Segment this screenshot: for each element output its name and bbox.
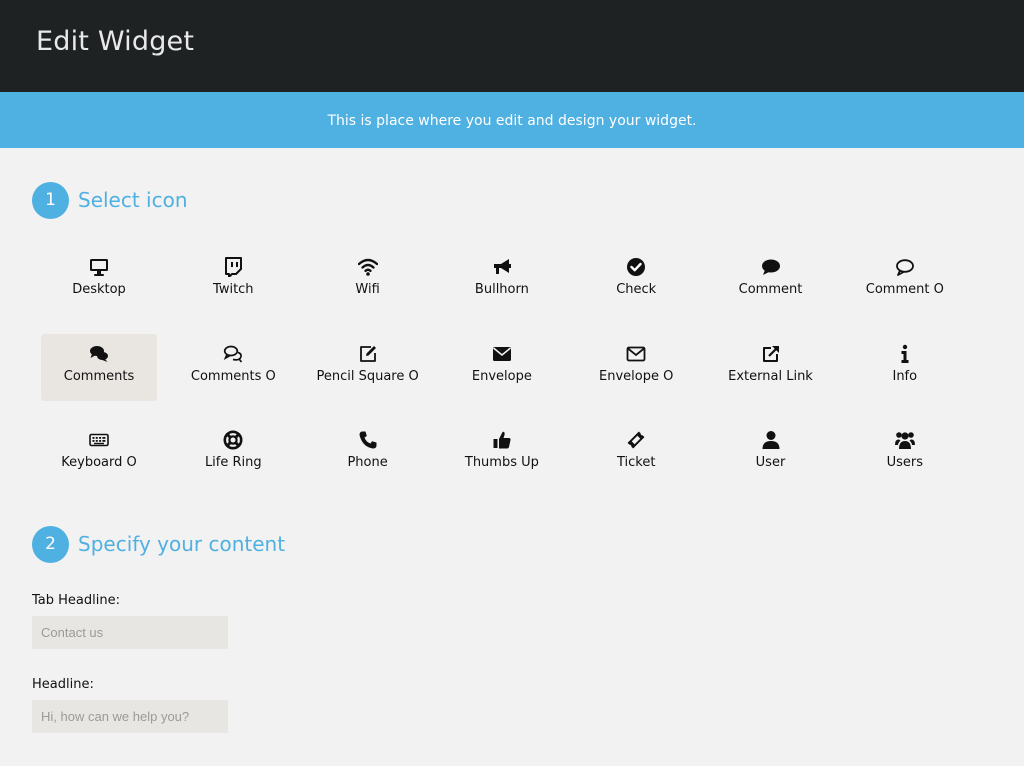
icon-option-label: Pencil Square O [316,368,419,384]
wifi-icon [357,258,378,276]
icon-option-envelope[interactable]: Envelope [444,334,560,401]
icon-option-twitch[interactable]: Twitch [175,247,291,314]
icon-option-info[interactable]: Info [847,334,963,401]
users-icon [894,432,915,449]
icon-option-label: Phone [347,455,388,470]
banner-text: This is place where you edit and design … [327,113,697,129]
info-icon [901,344,909,363]
twitch-icon [225,257,243,277]
phone-icon [359,431,377,449]
icon-option-label: User [755,455,786,470]
headline-label: Headline: [32,677,94,692]
tab-headline-input[interactable] [32,616,228,649]
icon-option-label: Comments [63,368,135,384]
step-title: Specify your content [78,532,286,556]
step-select-icon: 1 Select icon [32,181,188,219]
bullhorn-icon [493,259,511,274]
envelope-o-icon [626,346,646,361]
info-banner: This is place where you edit and design … [0,92,1024,148]
icon-option-label: Desktop [72,282,126,297]
step-number-badge: 2 [32,525,69,563]
headline-input[interactable] [32,700,228,733]
icon-option-label: Check [616,282,657,297]
icon-option-label: Bullhorn [474,282,529,297]
check-icon [627,258,646,276]
top-bar: Edit Widget [0,0,1024,92]
icon-option-label: Ticket [616,455,656,470]
comment-icon [761,259,780,275]
step-number-badge: 1 [32,181,69,219]
icon-option-phone[interactable]: Phone [310,420,426,487]
step-title: Select icon [78,188,188,212]
tab-headline-label: Tab Headline: [32,593,120,608]
icon-option-wifi[interactable]: Wifi [310,247,426,314]
icon-option-label: Keyboard O [61,455,137,470]
icon-option-comments[interactable]: Comments [41,333,157,401]
icon-option-label: External Link [728,368,813,384]
life-ring-icon [223,430,243,450]
comment-o-icon [895,259,914,276]
icon-option-life-ring[interactable]: Life Ring [175,420,291,487]
icon-option-label: Life Ring [204,455,262,470]
icon-option-label: Info [892,368,918,384]
icon-option-thumbs-up[interactable]: Thumbs Up [444,420,560,487]
comments-icon [90,345,108,362]
icon-option-label: Comments O [190,368,276,384]
step-specify-content: 2 Specify your content [32,525,286,563]
thumbs-up-icon [493,431,511,449]
desktop-icon [90,259,108,276]
icon-option-ticket[interactable]: Ticket [578,420,694,487]
icon-option-label: Envelope [471,368,532,384]
envelope-icon [492,346,511,361]
icon-option-keyboard-o[interactable]: Keyboard O [41,420,157,487]
icon-option-user[interactable]: User [713,420,829,487]
icon-option-comment[interactable]: Comment [713,247,829,314]
icon-option-envelope-o[interactable]: Envelope O [578,334,694,401]
icon-option-bullhorn[interactable]: Bullhorn [444,247,560,314]
icon-option-users[interactable]: Users [847,420,963,487]
icon-option-label: Envelope O [599,368,674,384]
icon-option-external-link[interactable]: External Link [713,334,829,401]
icon-option-label: Twitch [213,282,254,297]
page-title: Edit Widget [36,26,195,57]
user-icon [762,431,779,449]
icon-option-comment-o[interactable]: Comment O [847,247,963,314]
icon-option-check[interactable]: Check [578,247,694,314]
icon-option-label: Thumbs Up [464,455,539,470]
external-link-icon [762,345,779,362]
icon-option-desktop[interactable]: Desktop [41,247,157,314]
icon-option-label: Wifi [355,282,380,297]
ticket-icon [627,431,645,449]
icon-option-label: Comment O [865,282,944,297]
icon-option-pencil-square-o[interactable]: Pencil Square O [310,334,426,401]
icon-option-label: Users [886,455,923,470]
icon-option-comments-o[interactable]: Comments O [175,334,291,401]
comments-o-icon [224,345,243,363]
keyboard-o-icon [89,433,109,447]
icon-option-label: Comment [738,282,803,297]
pencil-square-o-icon [359,345,376,362]
